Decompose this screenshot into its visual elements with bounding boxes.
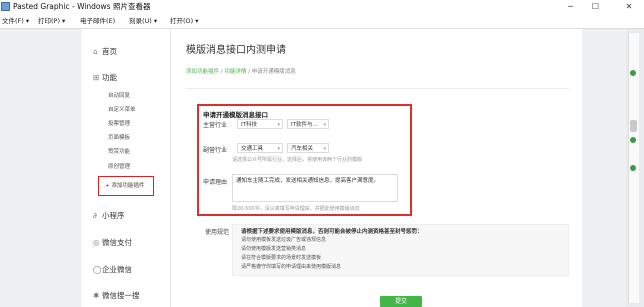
background-left — [0, 29, 80, 307]
sidebar-item-label: 微信搜一搜 — [102, 291, 140, 300]
sidebar-item-label: 功能 — [102, 73, 117, 82]
breadcrumb-feature-detail[interactable]: 功能详情 — [224, 69, 246, 75]
page-title: 模版消息接口内测申请 — [186, 45, 286, 56]
sidebar-item-label: 微信支付 — [102, 238, 132, 247]
reason-hint: 限20-500字。请认真填写申请理由，并据此使用模版消息 — [232, 206, 360, 212]
sidebar-item-features[interactable]: ⊞ 功能 — [93, 72, 117, 84]
sidebar-item-auto-reply[interactable]: 自动回复 — [108, 91, 130, 101]
breadcrumb: 添加功能插件 / 功能详情 / 申请开通模版消息 — [186, 67, 296, 75]
sidebar-item-custom-menu[interactable]: 自定义菜单 — [108, 105, 136, 115]
select-value: IT软件与... — [291, 122, 318, 128]
select-value: 交通工具 — [241, 146, 264, 152]
green-dot-icon — [630, 137, 636, 143]
photo-viewer-icon — [1, 2, 10, 11]
primary-industry-label: 主营行业 — [203, 122, 228, 129]
sidebar-item-label: 小程序 — [102, 211, 125, 220]
section-title: 申请开通模版消息接口 — [203, 111, 268, 119]
usage-rule-item: 请在符合模版要求的场景时发送模板 — [241, 255, 322, 261]
sidebar-item-appreciation[interactable]: 赞赏功能 — [108, 147, 130, 157]
menu-burn[interactable]: 刻录(U) ▾ — [129, 14, 157, 28]
industry-hint: 请选择公众号所属行业。选择后，将使用该两个行业的模版 — [232, 157, 363, 163]
green-dot-icon — [630, 165, 636, 171]
sidebar-item-label: 首页 — [102, 47, 117, 56]
sidebar-item-original[interactable]: 原创管理 — [108, 162, 130, 172]
select-value: IT科技 — [241, 122, 257, 128]
sidebar-item-enterprise[interactable]: ◯企业微信 — [93, 264, 132, 276]
home-icon: ⌂ — [93, 47, 98, 56]
maximize-button[interactable]: ☐ — [585, 0, 606, 14]
menu-file[interactable]: 文件(F) ▾ — [2, 14, 29, 28]
add-plugin-button[interactable]: + 添加功能插件 — [105, 181, 144, 191]
sidebar-item-mini-program[interactable]: ∂ 小程序 — [93, 210, 125, 222]
chevron-down-icon: ▾ — [277, 146, 280, 152]
usage-rules-title: 请根据下述要求使用模版消息，否则可能会被停止内测资格甚至封号惩罚： — [241, 229, 423, 235]
mini-program-icon: ∂ — [93, 211, 97, 220]
sidebar-item-search[interactable]: ✱ 微信搜一搜 — [93, 290, 140, 302]
secondary-industry-select-2[interactable]: 汽车相关 ▾ — [287, 143, 329, 153]
breadcrumb-add-plugin[interactable]: 添加功能插件 — [186, 69, 219, 75]
sidebar-item-vote[interactable]: 投票管理 — [108, 119, 130, 129]
chevron-down-icon: ▾ — [323, 146, 326, 152]
usage-rule-item: 请勿使用模版发送营销类消息 — [241, 246, 307, 252]
menu-print[interactable]: 打印(P) ▾ — [38, 14, 65, 28]
enterprise-icon: ◯ — [93, 265, 102, 274]
menu-email[interactable]: 电子邮件(E) — [80, 14, 115, 28]
primary-industry-select-2[interactable]: IT软件与... ▾ — [287, 119, 329, 129]
menu-open[interactable]: 打开(O) ▾ — [170, 14, 199, 28]
scroll-thumb[interactable] — [630, 120, 637, 132]
pay-icon: ◎ — [93, 238, 100, 247]
sidebar-item-home[interactable]: ⌂ 首页 — [93, 46, 117, 58]
submit-button[interactable]: 提交 — [380, 296, 422, 307]
secondary-industry-select-1[interactable]: 交通工具 ▾ — [237, 143, 283, 153]
window-title: Pasted Graphic - Windows 照片查看器 — [13, 2, 151, 11]
usage-rule-item: 请严格遵守你填写的申请理由来使用模版消息 — [241, 264, 342, 270]
minimize-button[interactable]: ─ — [560, 0, 581, 14]
green-dot-icon — [630, 70, 636, 76]
secondary-industry-label: 副营行业 — [203, 147, 228, 154]
divider — [186, 88, 569, 89]
reason-textarea[interactable]: 通知车主随工完成，发送相关通知信息，提高客户满意度。 — [232, 174, 398, 202]
chevron-down-icon: ▾ — [277, 122, 280, 128]
sidebar-item-label: 企业微信 — [102, 265, 132, 274]
close-button[interactable]: ✕ — [614, 0, 644, 14]
reason-label: 申请理由 — [203, 179, 228, 186]
grid-icon: ⊞ — [93, 73, 100, 82]
menu-bar: 文件(F) ▾ 打印(P) ▾ 电子邮件(E) 刻录(U) ▾ 打开(O) ▾ — [0, 14, 644, 29]
title-bar: Pasted Graphic - Windows 照片查看器 ─ ☐ ✕ — [0, 0, 644, 15]
sidebar-item-wechat-pay[interactable]: ◎ 微信支付 — [93, 237, 132, 249]
usage-rules-label: 使用规范 — [205, 229, 230, 236]
chevron-down-icon: ▾ — [323, 122, 326, 128]
sidebar-item-page-template[interactable]: 页面模板 — [108, 133, 130, 143]
usage-rule-item: 请勿使用模板发送垃圾广告或违规信息 — [241, 237, 327, 243]
breadcrumb-current: 申请开通模版消息 — [251, 69, 296, 75]
primary-industry-select-1[interactable]: IT科技 ▾ — [237, 119, 283, 129]
select-value: 汽车相关 — [291, 146, 314, 152]
search-icon: ✱ — [93, 291, 100, 300]
